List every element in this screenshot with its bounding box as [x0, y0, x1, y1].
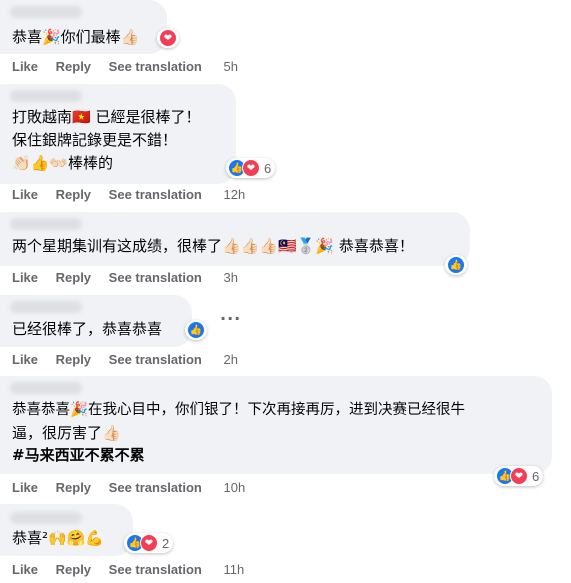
commenter-name[interactable]	[10, 512, 82, 524]
comment-text: 恭喜²🙌🤗💪	[12, 529, 105, 547]
like-icon: 👍	[447, 256, 465, 274]
reaction-badge[interactable]: 👍 ❤ 6	[494, 466, 544, 486]
love-icon: ❤	[510, 467, 528, 485]
reaction-count: 6	[264, 160, 272, 176]
see-translation-button[interactable]: See translation	[109, 480, 202, 495]
reply-button[interactable]: Reply	[56, 480, 91, 495]
reply-button[interactable]: Reply	[56, 187, 91, 202]
comment-time[interactable]: 10h	[224, 480, 246, 495]
like-button[interactable]: Like	[12, 270, 38, 285]
comment-text: 逼，很厉害了👍🏻	[12, 424, 121, 442]
see-translation-button[interactable]: See translation	[109, 270, 202, 285]
like-button[interactable]: Like	[12, 187, 38, 202]
comment-time[interactable]: 11h	[224, 562, 245, 577]
like-icon: 👍	[187, 321, 205, 339]
hashtag-link[interactable]: #马来西亚不累不累	[12, 445, 145, 466]
comment-bubble: 恭喜²🙌🤗💪	[0, 504, 133, 556]
comment-time[interactable]: 5h	[224, 59, 238, 74]
comment-bubble: 恭喜🎉你们最棒👍🏻	[0, 0, 167, 54]
comment-actions: Like Reply See translation 12h	[12, 187, 259, 202]
like-button[interactable]: Like	[12, 480, 38, 495]
comment-bubble: 打敗越南🇻🇳 已經是很棒了！ 保住銀牌記錄更是不錯！ 👏🏻👍👐🏻棒棒的	[0, 84, 236, 184]
comment-bubble: 已经很棒了，恭喜恭喜	[0, 295, 192, 347]
reply-button[interactable]: Reply	[56, 352, 91, 367]
see-translation-button[interactable]: See translation	[109, 352, 202, 367]
reaction-badge[interactable]: 👍 ❤ 2	[124, 533, 174, 553]
more-options-icon[interactable]: ···	[220, 309, 241, 328]
see-translation-button[interactable]: See translation	[109, 562, 202, 577]
like-button[interactable]: Like	[12, 562, 38, 577]
comment-text: 已经很棒了，恭喜恭喜	[12, 320, 163, 338]
commenter-name[interactable]	[10, 90, 82, 102]
comment-text: 👏🏻👍👐🏻棒棒的	[12, 154, 114, 172]
comment-text: 保住銀牌記錄更是不錯！	[12, 131, 178, 149]
reaction-badge[interactable]: 👍 ❤ 6	[226, 158, 276, 178]
comment-actions: Like Reply See translation 10h	[12, 480, 259, 495]
comment-time[interactable]: 2h	[224, 352, 238, 367]
comment-time[interactable]: 3h	[224, 270, 238, 285]
reaction-count: 6	[532, 468, 540, 484]
commenter-name[interactable]	[10, 218, 82, 230]
love-icon: ❤	[242, 159, 260, 177]
comment-text: 恭喜恭喜🎉在我心目中，你们银了！下次再接再厉，进到决赛已经很牛	[12, 402, 466, 418]
commenter-name[interactable]	[10, 382, 82, 394]
comment-actions: Like Reply See translation 3h	[12, 270, 252, 285]
see-translation-button[interactable]: See translation	[109, 59, 202, 74]
reply-button[interactable]: Reply	[56, 270, 91, 285]
comment-text: 打敗越南🇻🇳 已經是很棒了！	[12, 108, 201, 126]
comment-text: 恭喜🎉你们最棒👍🏻	[12, 28, 140, 46]
comment-actions: Like Reply See translation 2h	[12, 352, 252, 367]
commenter-name[interactable]	[10, 6, 82, 18]
like-button[interactable]: Like	[12, 59, 38, 74]
reaction-badge[interactable]: ❤	[157, 28, 179, 48]
comment-actions: Like Reply See translation 5h	[12, 59, 252, 74]
comment-time[interactable]: 12h	[224, 187, 246, 202]
see-translation-button[interactable]: See translation	[109, 187, 202, 202]
reaction-count: 2	[162, 535, 170, 551]
comment-actions: Like Reply See translation 11h	[12, 562, 258, 577]
reply-button[interactable]: Reply	[56, 59, 91, 74]
reaction-badge[interactable]: 👍	[445, 255, 467, 275]
reply-button[interactable]: Reply	[56, 562, 91, 577]
like-button[interactable]: Like	[12, 352, 38, 367]
comment-bubble: 两个星期集训有这成绩，很棒了👍🏻👍🏻👍🏻🇲🇾🥈🎉 恭喜恭喜！	[0, 212, 470, 266]
love-icon: ❤	[159, 29, 177, 47]
comment-bubble: 恭喜恭喜🎉在我心目中，你们银了！下次再接再厉，进到决赛已经很牛 逼，很厉害了👍🏻…	[0, 376, 552, 474]
reaction-badge[interactable]: 👍	[185, 320, 207, 340]
comment-text: 两个星期集训有这成绩，很棒了👍🏻👍🏻👍🏻🇲🇾🥈🎉 恭喜恭喜！	[12, 237, 414, 255]
commenter-name[interactable]	[10, 301, 82, 313]
love-icon: ❤	[140, 534, 158, 552]
